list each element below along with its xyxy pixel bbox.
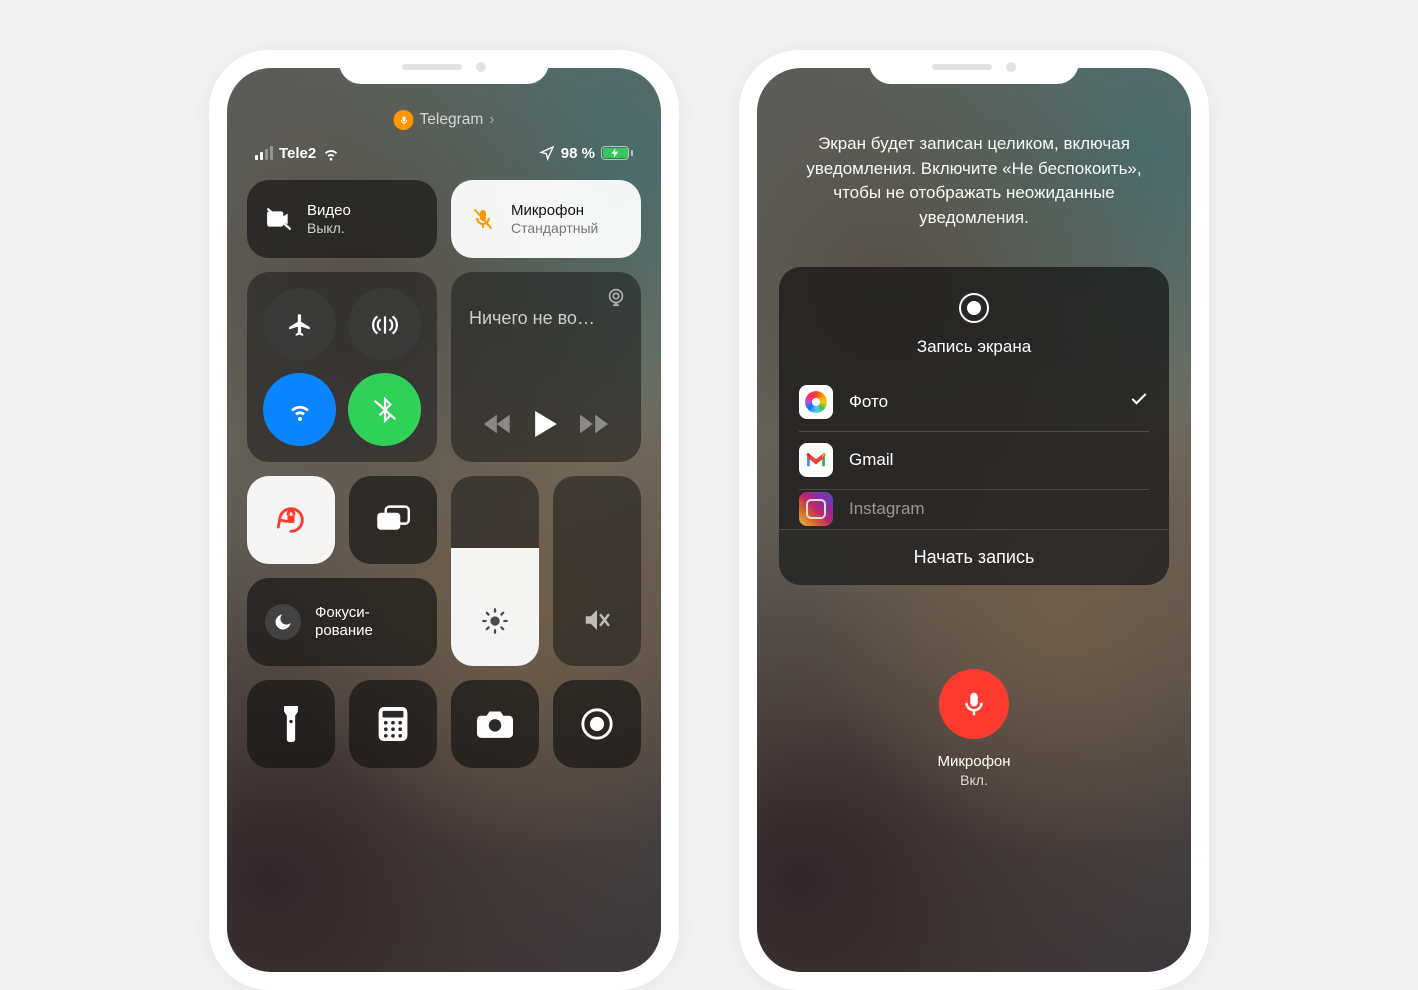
- microphone-tile[interactable]: Микрофон Стандартный: [451, 180, 641, 258]
- mic-toggle-state: Вкл.: [757, 772, 1191, 788]
- start-recording-label: Начать запись: [914, 547, 1035, 568]
- cellular-data-button[interactable]: [348, 288, 421, 361]
- volume-slider[interactable]: [553, 476, 641, 666]
- wifi-status-icon: [322, 144, 340, 162]
- brightness-icon: [481, 607, 509, 640]
- phone-left: Telegram › Tele2 98 %: [209, 50, 679, 990]
- mic-toggle-label: Микрофон: [757, 753, 1191, 770]
- record-icon: [959, 293, 989, 323]
- screen-mirroring-button[interactable]: [349, 476, 437, 564]
- connectivity-tile: [247, 272, 437, 462]
- play-button[interactable]: [534, 411, 558, 442]
- video-subtitle: Выкл.: [307, 220, 351, 237]
- notch: [869, 50, 1079, 84]
- microphone-toggle-button[interactable]: [939, 669, 1009, 739]
- moon-icon: [265, 604, 301, 640]
- brightness-slider[interactable]: [451, 476, 539, 666]
- battery-icon: [601, 146, 633, 160]
- location-icon: [539, 145, 555, 161]
- focus-tile[interactable]: Фокуси- рование: [247, 578, 437, 666]
- app-using-mic-label: Telegram: [420, 111, 484, 129]
- app-using-mic-pill[interactable]: Telegram ›: [394, 110, 495, 130]
- recording-notice: Экран будет записан целиком, включая уве…: [757, 68, 1191, 231]
- carrier-label: Tele2: [279, 145, 316, 162]
- now-playing-title: Ничего не во…: [469, 290, 623, 329]
- record-item-photos[interactable]: Фото: [799, 373, 1149, 431]
- start-recording-button[interactable]: Начать запись: [779, 529, 1169, 585]
- video-off-icon: [265, 205, 293, 233]
- battery-percent: 98 %: [561, 145, 595, 162]
- forward-button[interactable]: [580, 413, 608, 440]
- record-card-title: Запись экрана: [917, 337, 1031, 357]
- airplane-mode-button[interactable]: [263, 288, 336, 361]
- wifi-button[interactable]: [263, 373, 336, 446]
- gmail-app-icon: [799, 443, 833, 477]
- screen-record-button[interactable]: [553, 680, 641, 768]
- record-item-instagram[interactable]: Instagram: [799, 489, 1149, 529]
- notch: [339, 50, 549, 84]
- volume-mute-icon: [582, 605, 612, 640]
- microphone-indicator-icon: [394, 110, 414, 130]
- camera-button[interactable]: [451, 680, 539, 768]
- screen-record-sheet: Экран будет записан целиком, включая уве…: [757, 68, 1191, 972]
- mic-title: Микрофон: [511, 202, 598, 220]
- record-card: Запись экрана Фото Gmail Instagram: [779, 267, 1169, 585]
- cellular-signal-icon: [255, 146, 273, 160]
- focus-label-1: Фокуси-: [315, 604, 373, 622]
- airplay-icon[interactable]: [605, 286, 627, 313]
- checkmark-icon: [1129, 389, 1149, 414]
- video-title: Видео: [307, 202, 351, 220]
- calculator-button[interactable]: [349, 680, 437, 768]
- microphone-icon: [469, 205, 497, 233]
- record-item-gmail[interactable]: Gmail: [799, 431, 1149, 489]
- flashlight-button[interactable]: [247, 680, 335, 768]
- video-tile[interactable]: Видео Выкл.: [247, 180, 437, 258]
- mic-subtitle: Стандартный: [511, 220, 598, 237]
- photos-app-icon: [799, 385, 833, 419]
- instagram-app-icon: [799, 492, 833, 526]
- record-item-label: Фото: [849, 392, 1113, 412]
- record-item-label: Instagram: [849, 499, 1149, 519]
- focus-label-2: рование: [315, 622, 373, 640]
- orientation-lock-button[interactable]: [247, 476, 335, 564]
- bluetooth-button[interactable]: [348, 373, 421, 446]
- screen-control-center: Telegram › Tele2 98 %: [227, 68, 661, 972]
- media-tile[interactable]: Ничего не во…: [451, 272, 641, 462]
- record-destination-list: Фото Gmail Instagram: [779, 373, 1169, 529]
- phone-right: Экран будет записан целиком, включая уве…: [739, 50, 1209, 990]
- record-item-label: Gmail: [849, 450, 1149, 470]
- chevron-right-icon: ›: [489, 111, 494, 129]
- rewind-button[interactable]: [484, 413, 512, 440]
